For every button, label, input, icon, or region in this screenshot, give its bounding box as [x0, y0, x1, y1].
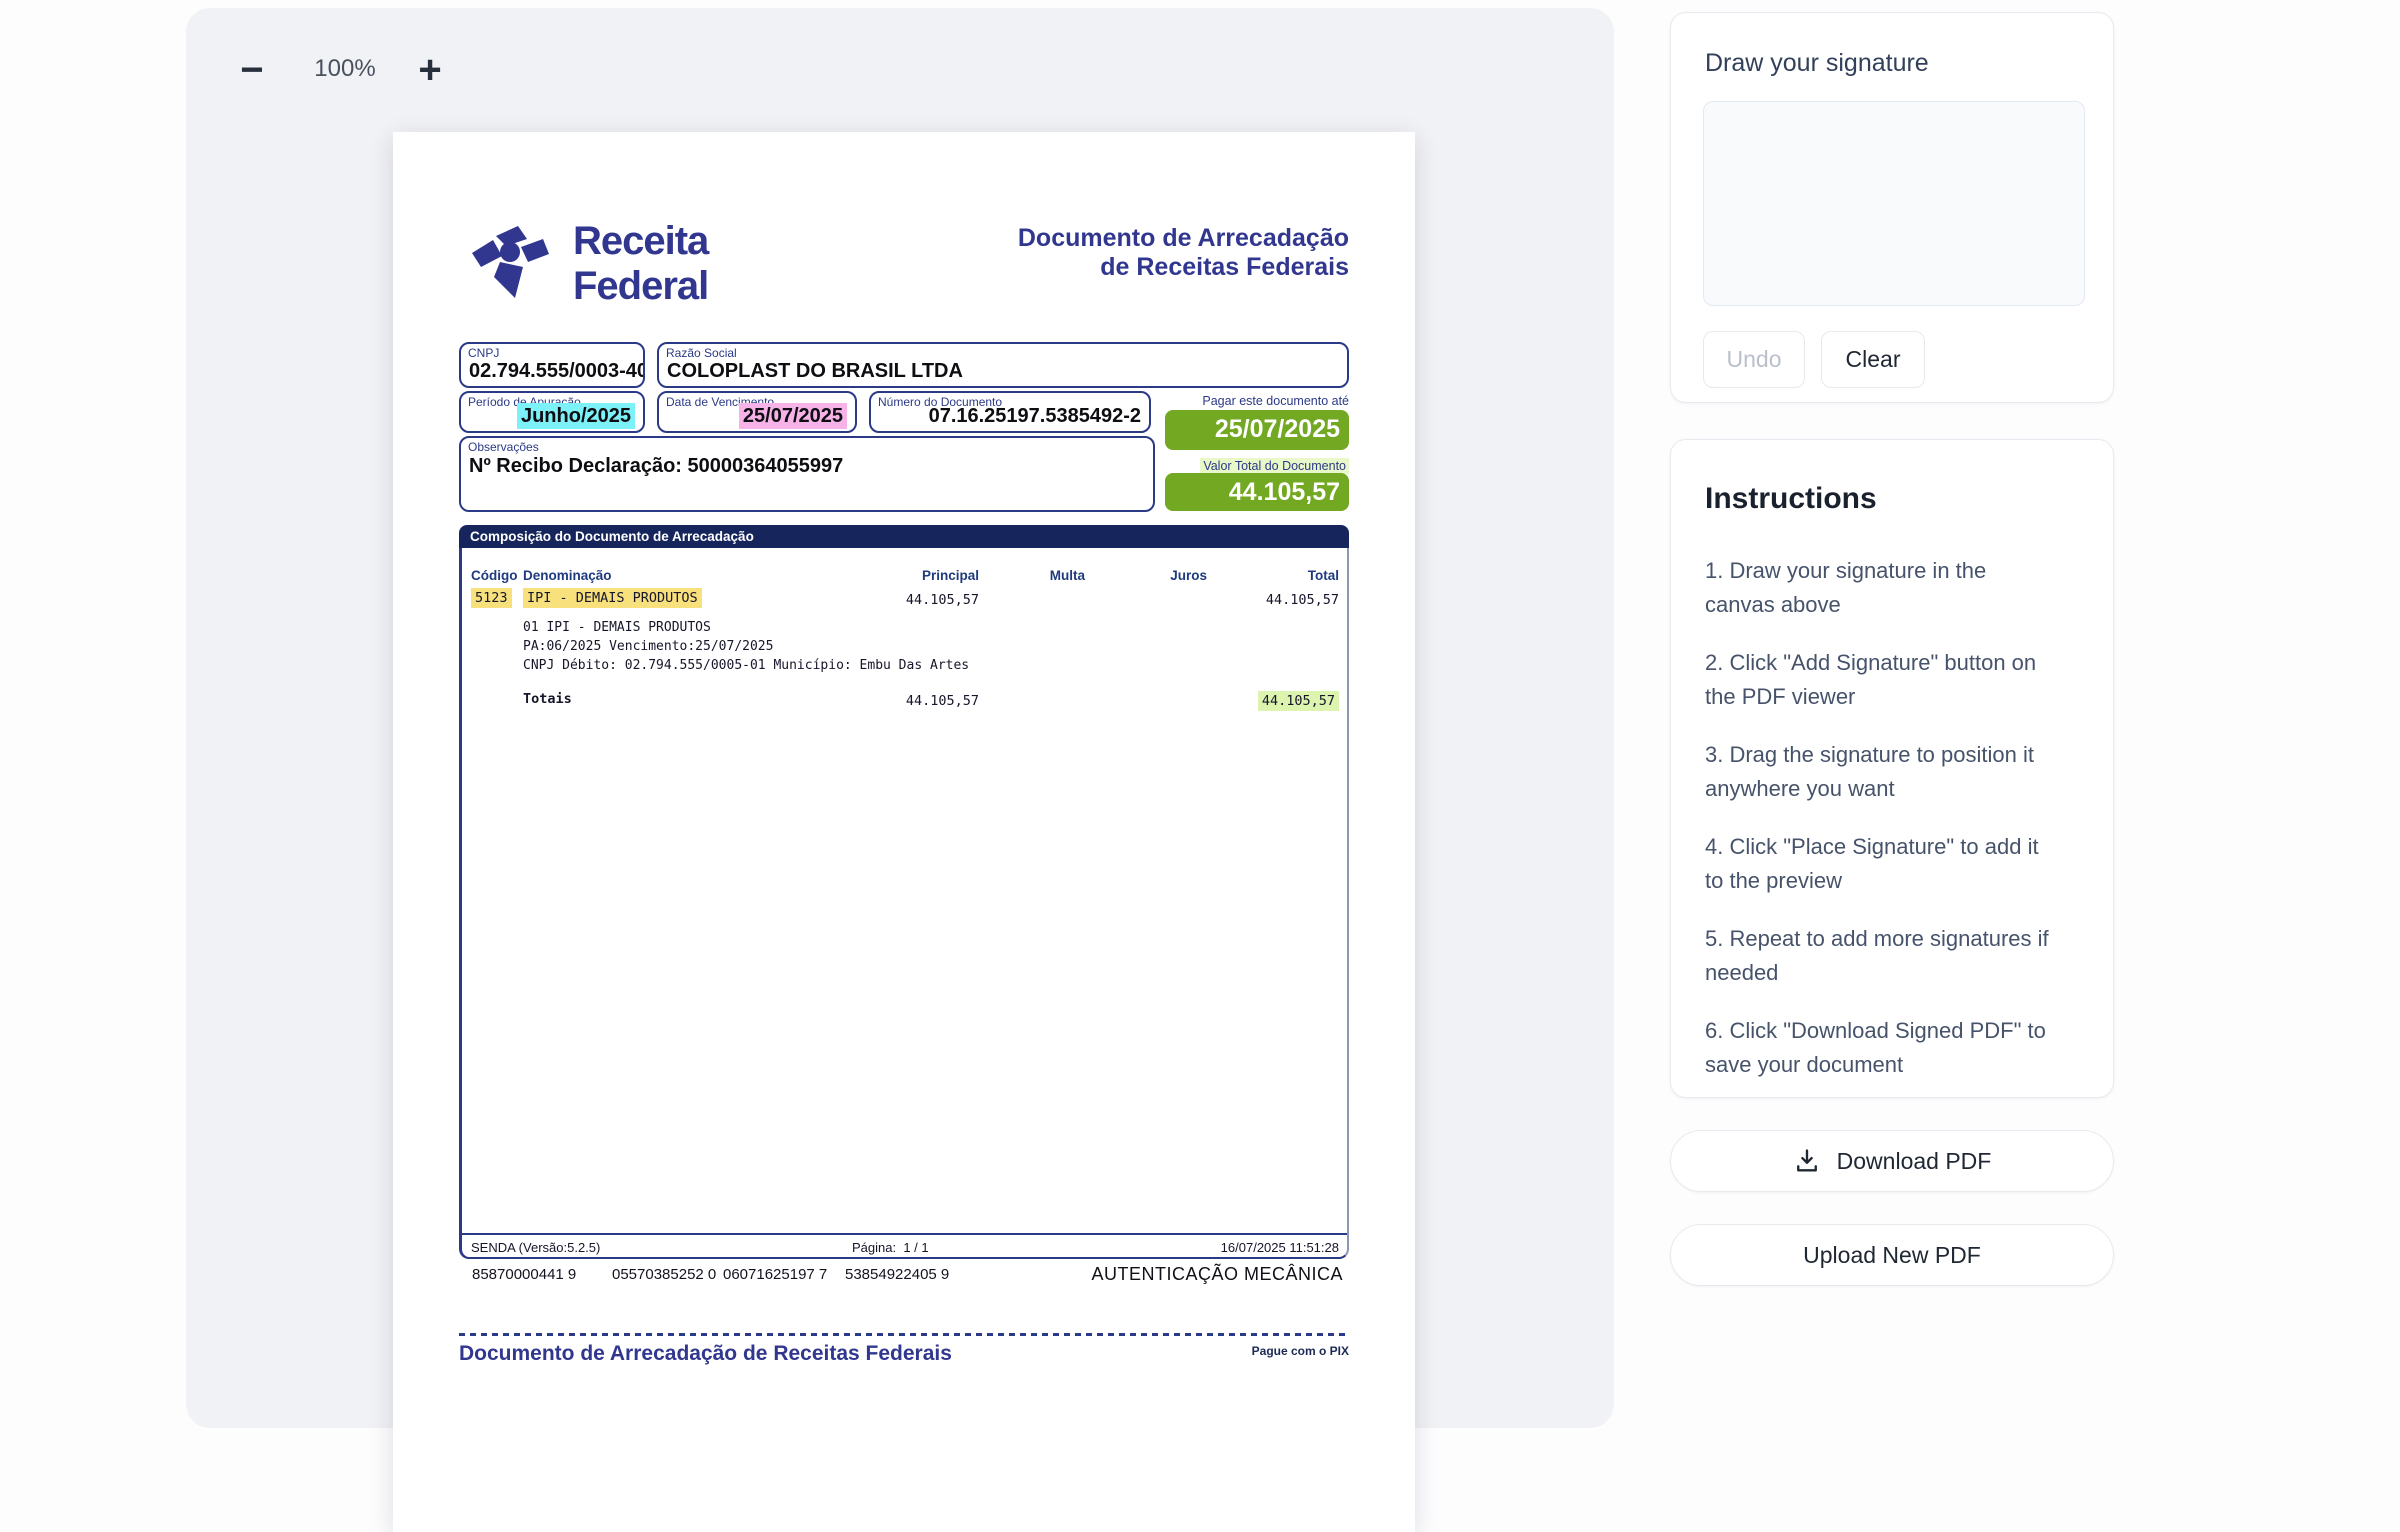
field-periodo-apuracao: Período de Apuração Junho/2025: [459, 391, 645, 433]
page-indicator: Página: 1 / 1: [852, 1240, 929, 1255]
row-detail: CNPJ Débito: 02.794.555/0005-01 Municípi…: [523, 658, 969, 673]
field-label: Razão Social: [666, 346, 737, 360]
zoom-in-button[interactable]: +: [400, 40, 460, 100]
field-value: COLOPLAST DO BRASIL LTDA: [667, 360, 1339, 383]
undo-button[interactable]: Undo: [1703, 331, 1805, 388]
field-value: Nº Recibo Declaração: 50000364055997: [469, 455, 1145, 478]
instruction-step: 6. Click "Download Signed PDF" to save y…: [1705, 1014, 2053, 1082]
instruction-step: 1. Draw your signature in the canvas abo…: [1705, 554, 2053, 622]
totais-principal: 44.105,57: [859, 693, 979, 709]
autenticacao-mecanica-label: AUTENTICAÇÃO MECÂNICA: [1091, 1264, 1343, 1285]
logo-text: Receita Federal: [573, 219, 837, 309]
authentication-row: 85870000441 9 05570385252 0 06071625197 …: [459, 1264, 1349, 1290]
barcode-number: 53854922405 9: [845, 1266, 949, 1283]
minus-icon: −: [240, 48, 263, 92]
document-title: Documento de Arrecadação de Receitas Fed…: [913, 224, 1349, 282]
pdf-page: Receita Federal Documento de Arrecadação…: [393, 132, 1415, 1532]
receita-federal-logo-icon: [457, 214, 559, 314]
field-data-vencimento: Data de Vencimento 25/07/2025: [657, 391, 857, 433]
field-label: CNPJ: [468, 346, 499, 360]
next-page-title: Documento de Arrecadação de Receitas Fed…: [459, 1342, 952, 1366]
composicao-bar: Composição do Documento de Arrecadação: [459, 525, 1349, 548]
row-detail: PA:06/2025 Vencimento:25/07/2025: [523, 639, 773, 654]
field-label: Observações: [468, 440, 539, 454]
field-cnpj: CNPJ 02.794.555/0003-40: [459, 342, 645, 388]
zoom-level: 100%: [300, 55, 390, 83]
valor-total-badge: 44.105,57: [1165, 473, 1349, 511]
barcode-number: 06071625197 7: [723, 1266, 827, 1283]
pagar-ate-badge: 25/07/2025: [1165, 410, 1349, 450]
download-icon: [1793, 1147, 1821, 1175]
row-principal: 44.105,57: [859, 592, 979, 608]
valor-total-label: Valor Total do Documento: [1093, 459, 1349, 473]
row-detail: 01 IPI - DEMAIS PRODUTOS: [523, 620, 711, 635]
instruction-step: 2. Click "Add Signature" button on the P…: [1705, 646, 2053, 714]
signature-canvas[interactable]: [1703, 101, 2085, 306]
col-header-denominacao: Denominação: [523, 568, 612, 583]
document-footer: SENDA (Versão:5.2.5) Página: 1 / 1 16/07…: [462, 1233, 1347, 1259]
signature-card: Draw your signature Undo Clear: [1670, 12, 2114, 403]
instruction-step: 3. Drag the signature to position it any…: [1705, 738, 2053, 806]
clear-button[interactable]: Clear: [1821, 331, 1925, 388]
totais-label: Totais: [523, 691, 572, 707]
composicao-table: Código Denominação Principal Multa Juros…: [459, 548, 1349, 1259]
upload-new-pdf-button[interactable]: Upload New PDF: [1670, 1224, 2114, 1286]
field-observacoes: Observações Nº Recibo Declaração: 500003…: [459, 436, 1155, 512]
field-razao-social: Razão Social COLOPLAST DO BRASIL LTDA: [657, 342, 1349, 388]
totais-total: 44.105,57: [1209, 693, 1339, 709]
row-codigo: 5123: [471, 590, 512, 606]
barcode-number: 85870000441 9: [472, 1266, 576, 1283]
instructions-title: Instructions: [1705, 482, 2053, 516]
plus-icon: +: [418, 48, 441, 92]
col-header-juros: Juros: [1107, 568, 1207, 583]
upload-new-pdf-label: Upload New PDF: [1803, 1242, 1981, 1269]
row-total: 44.105,57: [1209, 592, 1339, 608]
pagar-ate-label: Pagar este documento até: [1093, 394, 1349, 408]
next-page-pix-label: Pague com o PIX: [1183, 1344, 1349, 1358]
signature-title: Draw your signature: [1705, 49, 1929, 78]
col-header-total: Total: [1209, 568, 1339, 583]
col-header-codigo: Código: [471, 568, 518, 583]
field-value: 07.16.25197.5385492-2: [879, 405, 1141, 428]
field-value: Junho/2025: [469, 405, 635, 428]
instruction-step: 4. Click "Place Signature" to add it to …: [1705, 830, 2053, 898]
instruction-step: 5. Repeat to add more signatures if need…: [1705, 922, 2053, 990]
download-pdf-button[interactable]: Download PDF: [1670, 1130, 2114, 1192]
timestamp: 16/07/2025 11:51:28: [1221, 1240, 1339, 1255]
row-denominacao: IPI - DEMAIS PRODUTOS: [523, 590, 702, 606]
download-pdf-label: Download PDF: [1837, 1148, 1992, 1175]
col-header-principal: Principal: [859, 568, 979, 583]
col-header-multa: Multa: [985, 568, 1085, 583]
cut-line: [459, 1333, 1349, 1336]
app-version: SENDA (Versão:5.2.5): [471, 1240, 600, 1255]
field-value: 02.794.555/0003-40: [469, 360, 635, 383]
document-header: Receita Federal: [457, 214, 837, 314]
zoom-out-button[interactable]: −: [222, 40, 282, 100]
barcode-number: 05570385252 0: [612, 1266, 716, 1283]
field-value: 25/07/2025: [667, 405, 847, 428]
instructions-card: Instructions 1. Draw your signature in t…: [1670, 439, 2114, 1098]
